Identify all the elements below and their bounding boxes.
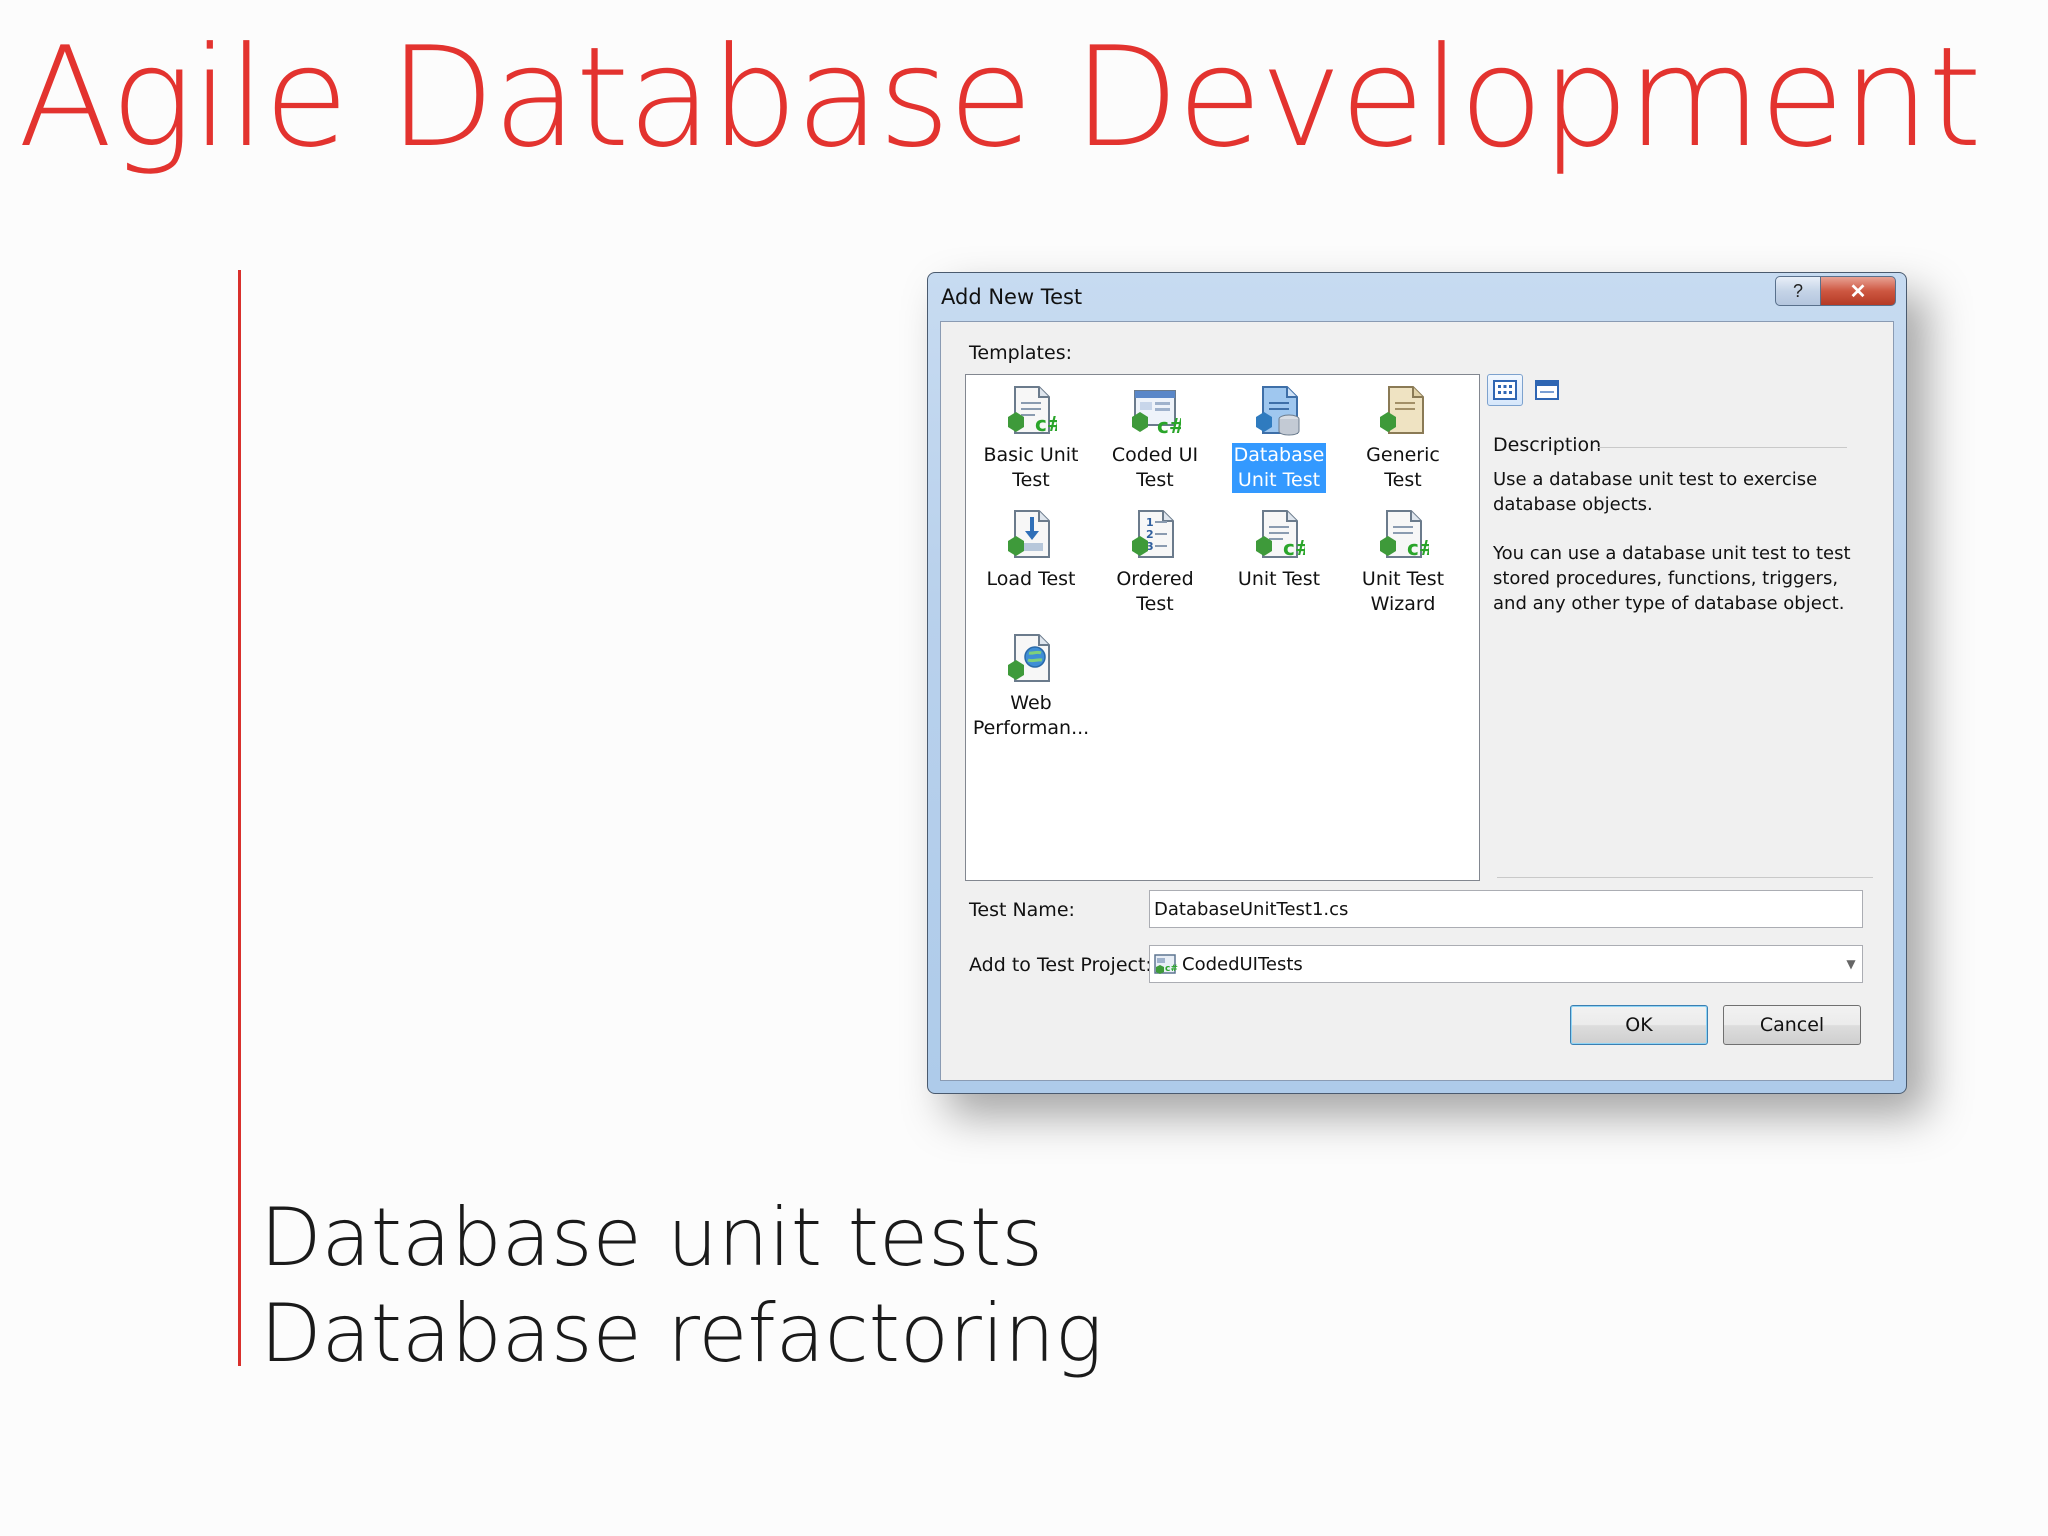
bullet-item: Database refactoring bbox=[260, 1287, 1103, 1380]
template-label: Generic Test bbox=[1366, 444, 1440, 491]
description-bottom-divider bbox=[1497, 877, 1873, 878]
description-paragraph: You can use a database unit test to test… bbox=[1493, 543, 1851, 614]
web-test-icon bbox=[1008, 634, 1050, 682]
svg-text:c#: c# bbox=[1157, 414, 1181, 438]
accent-rule bbox=[238, 270, 241, 1366]
template-ordered-test[interactable]: 1 2 3 Ordered Test bbox=[1096, 507, 1214, 617]
project-icon: c# bbox=[1154, 954, 1178, 974]
help-icon: ? bbox=[1792, 280, 1803, 301]
dialog-titlebar[interactable]: Add New Test ? ✕ bbox=[928, 273, 1906, 321]
large-icons-icon bbox=[1493, 380, 1517, 400]
template-web-performance-test[interactable]: Web Performan... bbox=[972, 631, 1090, 741]
template-label: Database Unit Test bbox=[1231, 443, 1327, 493]
ok-button[interactable]: OK bbox=[1570, 1005, 1708, 1045]
bullet-list: Database unit tests Database refactoring bbox=[260, 1190, 1103, 1382]
test-name-input[interactable]: DatabaseUnitTest1.cs bbox=[1149, 890, 1863, 928]
template-label: Unit Test Wizard bbox=[1361, 568, 1445, 615]
close-icon: ✕ bbox=[1849, 280, 1867, 303]
csharp-test-icon: c# bbox=[1380, 510, 1429, 560]
small-icons-icon bbox=[1535, 380, 1559, 400]
template-label: Load Test bbox=[986, 568, 1076, 590]
ordered-test-icon: 1 2 3 bbox=[1132, 510, 1174, 558]
templates-label: Templates: bbox=[969, 342, 1072, 364]
slide-title: Agile Database Development bbox=[18, 17, 1982, 178]
dialog-client-area: Templates: c# Basic Unit Test bbox=[940, 321, 1894, 1081]
caption-buttons: ? ✕ bbox=[1775, 276, 1896, 306]
test-name-label: Test Name: bbox=[969, 899, 1075, 921]
coded-ui-test-icon: c# bbox=[1132, 390, 1181, 438]
add-new-test-dialog: Add New Test ? ✕ Templates: c# bbox=[927, 272, 1907, 1094]
large-icons-view-button[interactable] bbox=[1487, 374, 1523, 406]
small-icons-view-button[interactable] bbox=[1529, 374, 1565, 406]
svg-text:c#: c# bbox=[1283, 536, 1305, 560]
svg-text:c#: c# bbox=[1035, 412, 1057, 436]
test-project-combobox[interactable]: c# CodedUITests ▼ bbox=[1149, 945, 1863, 983]
csharp-test-icon: c# bbox=[1008, 386, 1057, 436]
generic-test-icon bbox=[1380, 386, 1424, 434]
description-paragraph: Use a database unit test to exercise dat… bbox=[1493, 469, 1818, 515]
bullet-item: Database unit tests bbox=[260, 1191, 1043, 1284]
database-test-icon bbox=[1256, 386, 1300, 436]
template-load-test[interactable]: Load Test bbox=[972, 507, 1090, 592]
help-button[interactable]: ? bbox=[1775, 276, 1821, 306]
test-project-value: CodedUITests bbox=[1182, 953, 1303, 975]
template-label: Coded UI Test bbox=[1111, 444, 1199, 491]
dialog-title: Add New Test bbox=[941, 285, 1083, 309]
description-heading: Description bbox=[1493, 434, 1602, 456]
template-label: Basic Unit Test bbox=[983, 444, 1079, 491]
template-label: Ordered Test bbox=[1116, 568, 1194, 615]
template-unit-test-wizard[interactable]: c# Unit Test Wizard bbox=[1344, 507, 1462, 617]
templates-list[interactable]: c# Basic Unit Test c# Coded UI Test bbox=[965, 374, 1480, 881]
template-label: Unit Test bbox=[1237, 568, 1321, 590]
close-button[interactable]: ✕ bbox=[1821, 276, 1896, 306]
cancel-button[interactable]: Cancel bbox=[1723, 1005, 1861, 1045]
svg-text:c#: c# bbox=[1407, 536, 1429, 560]
template-label: Web Performan... bbox=[972, 692, 1090, 739]
template-coded-ui-test[interactable]: c# Coded UI Test bbox=[1096, 383, 1214, 493]
view-toggle-group bbox=[1487, 374, 1565, 406]
description-text: Use a database unit test to exercise dat… bbox=[1493, 467, 1873, 640]
template-unit-test[interactable]: c# Unit Test bbox=[1220, 507, 1338, 592]
chevron-down-icon[interactable]: ▼ bbox=[1840, 946, 1862, 982]
load-test-icon bbox=[1008, 510, 1050, 558]
add-to-project-label: Add to Test Project: bbox=[969, 954, 1152, 976]
svg-text:c#: c# bbox=[1165, 964, 1178, 974]
template-basic-unit-test[interactable]: c# Basic Unit Test bbox=[972, 383, 1090, 493]
description-divider bbox=[1597, 447, 1847, 448]
csharp-test-icon: c# bbox=[1256, 510, 1305, 560]
template-generic-test[interactable]: Generic Test bbox=[1344, 383, 1462, 493]
template-database-unit-test[interactable]: Database Unit Test bbox=[1220, 383, 1338, 493]
